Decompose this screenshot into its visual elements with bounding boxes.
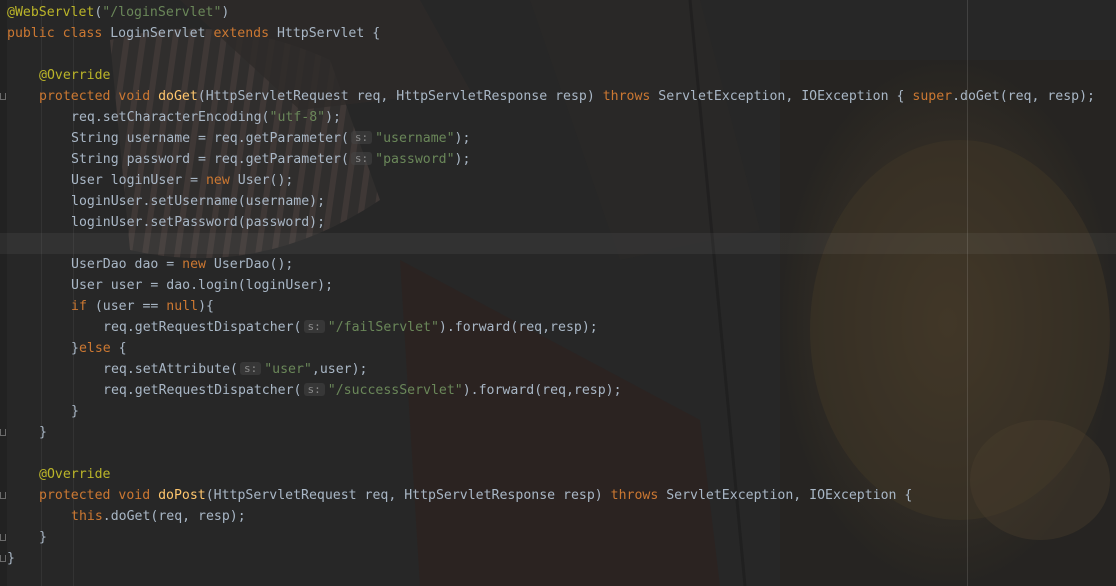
code-token: req.getRequestDispatcher(	[103, 320, 302, 335]
keyword-token: if	[71, 299, 95, 314]
keyword-token: else	[78, 341, 119, 356]
code-line[interactable]: }	[0, 401, 79, 422]
code-line[interactable]: req.setAttribute(s: "user",user);	[0, 359, 367, 380]
method-name: doGet	[158, 89, 198, 104]
code-token: UserDao();	[213, 257, 294, 272]
keyword-token: extends	[213, 26, 277, 41]
code-token: }	[39, 425, 47, 440]
code-token: }	[71, 341, 79, 356]
code-line[interactable]: protected void doPost(HttpServletRequest…	[0, 485, 912, 506]
code-line[interactable]: User loginUser = new User();	[0, 170, 293, 191]
code-token: User();	[237, 173, 294, 188]
code-line[interactable]	[0, 44, 7, 65]
string-literal: "/failServlet"	[327, 320, 439, 335]
code-token: .doGet(req, resp);	[102, 509, 246, 524]
code-token: )	[221, 5, 230, 20]
code-token: UserDao dao =	[71, 257, 183, 272]
code-token: User loginUser =	[71, 173, 206, 188]
parameter-hint: s:	[350, 131, 373, 144]
keyword-token: super	[912, 89, 953, 104]
code-token: ,user);	[311, 362, 368, 377]
code-line[interactable]: @Override	[0, 464, 110, 485]
code-line[interactable]: if (user == null){	[0, 296, 214, 317]
code-token: loginUser.setUsername(username);	[71, 194, 326, 209]
code-token: HttpServlet {	[276, 26, 381, 41]
code-line[interactable]: protected void doGet(HttpServletRequest …	[0, 86, 1095, 107]
keyword-token: protected void	[39, 89, 159, 104]
fold-marker-icon[interactable]	[0, 534, 6, 541]
parameter-hint: s:	[303, 320, 325, 333]
keyword-token: new	[182, 257, 214, 272]
method-name: doPost	[158, 488, 206, 503]
code-line-current[interactable]	[0, 233, 1116, 254]
code-token: }	[7, 551, 15, 566]
code-line[interactable]: public class LoginServlet extends HttpSe…	[0, 23, 380, 44]
code-token: {	[118, 341, 127, 356]
code-line[interactable]	[0, 443, 7, 464]
code-token: (HttpServletRequest req, HttpServletResp…	[197, 89, 603, 104]
keyword-token: new	[205, 173, 238, 188]
code-editor[interactable]: @WebServlet("/loginServlet") public class…	[0, 0, 1116, 586]
code-token: (user ==	[94, 299, 167, 314]
code-line[interactable]: }	[0, 527, 47, 548]
string-literal: "username"	[375, 131, 455, 146]
string-literal: "utf-8"	[269, 110, 326, 125]
code-token: ServletException, IOException {	[666, 488, 913, 503]
code-line[interactable]: }else {	[0, 338, 127, 359]
code-token: );	[454, 131, 471, 146]
fold-marker-icon[interactable]	[0, 555, 6, 562]
code-line[interactable]: req.getRequestDispatcher(s: "/successServ…	[0, 380, 622, 401]
code-line[interactable]: loginUser.setPassword(password);	[0, 212, 325, 233]
code-line[interactable]: @Override	[0, 65, 110, 86]
keyword-token: null	[166, 299, 199, 314]
code-token: loginUser.setPassword(password);	[71, 215, 326, 230]
parameter-hint: s:	[239, 362, 262, 375]
code-token: .doGet(req, resp);	[952, 89, 1095, 104]
code-token: ){	[198, 299, 214, 314]
code-token: LoginServlet	[110, 26, 214, 41]
string-literal: "user"	[264, 362, 312, 377]
parameter-hint: s:	[303, 383, 325, 396]
keyword-token: throws	[610, 488, 667, 503]
keyword-token: this	[71, 509, 103, 524]
code-token: );	[325, 110, 341, 125]
keyword-token: protected void	[39, 488, 159, 503]
parameter-hint: s:	[350, 152, 373, 165]
code-line[interactable]: @WebServlet("/loginServlet")	[0, 2, 229, 23]
code-line[interactable]: }	[0, 422, 47, 443]
code-token: }	[71, 404, 79, 419]
code-line[interactable]: UserDao dao = new UserDao();	[0, 254, 293, 275]
code-line[interactable]: String username = req.getParameter(s: "us…	[0, 128, 470, 149]
fold-marker-icon[interactable]	[0, 492, 6, 499]
code-token: String username = req.getParameter(	[71, 131, 349, 146]
code-token: }	[39, 530, 47, 545]
code-token: ).forward(req,resp);	[462, 383, 622, 398]
code-line[interactable]: req.getRequestDispatcher(s: "/failServlet…	[0, 317, 598, 338]
code-line[interactable]: this.doGet(req, resp);	[0, 506, 246, 527]
string-literal: "/successServlet"	[327, 383, 463, 398]
annotation-token: @Override	[39, 467, 111, 482]
annotation-token: @WebServlet	[7, 5, 95, 20]
code-token: );	[454, 152, 471, 167]
keyword-token: public class	[7, 26, 111, 41]
annotation-token: @Override	[39, 68, 111, 83]
string-literal: "password"	[375, 152, 455, 167]
keyword-token: throws	[602, 89, 659, 104]
string-literal: "/loginServlet"	[102, 5, 222, 20]
code-token: req.getRequestDispatcher(	[103, 383, 302, 398]
code-line[interactable]: loginUser.setUsername(username);	[0, 191, 325, 212]
code-token: String password = req.getParameter(	[71, 152, 349, 167]
code-token: ).forward(req,resp);	[438, 320, 598, 335]
code-token: ServletException, IOException {	[658, 89, 913, 104]
fold-marker-icon[interactable]	[0, 429, 6, 436]
code-line[interactable]: User user = dao.login(loginUser);	[0, 275, 333, 296]
code-line[interactable]: String password = req.getParameter(s: "pa…	[0, 149, 470, 170]
code-line[interactable]: req.setCharacterEncoding("utf-8");	[0, 107, 341, 128]
code-token: req.setAttribute(	[103, 362, 238, 377]
fold-marker-icon[interactable]	[0, 93, 6, 100]
code-token: (HttpServletRequest req, HttpServletResp…	[205, 488, 611, 503]
code-token: User user = dao.login(loginUser);	[71, 278, 334, 293]
code-token: req.setCharacterEncoding(	[71, 110, 270, 125]
